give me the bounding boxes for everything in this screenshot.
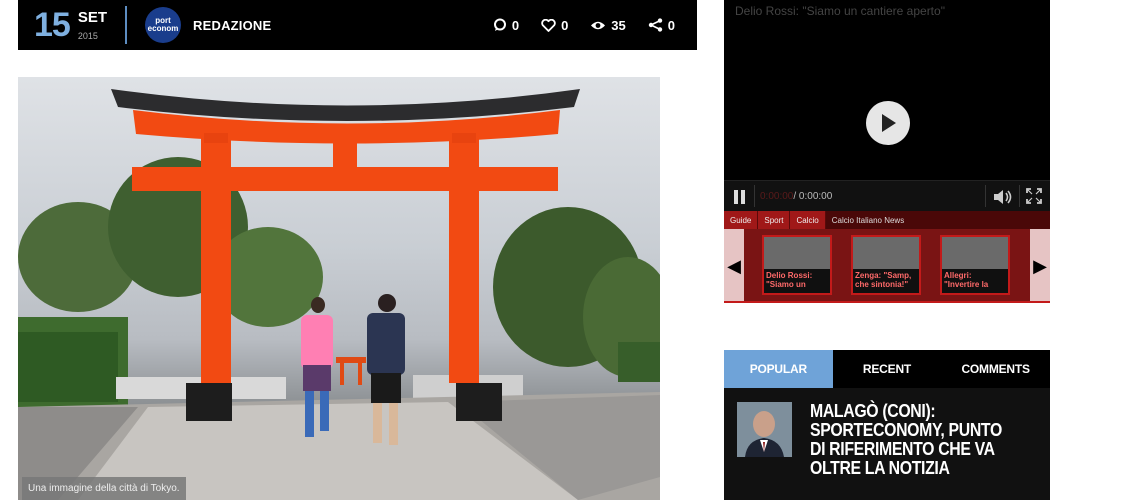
breadcrumb-calcio[interactable]: Calcio bbox=[790, 211, 826, 229]
breadcrumb-sport[interactable]: Sport bbox=[758, 211, 791, 229]
tab-recent[interactable]: RECENT bbox=[832, 350, 942, 388]
fullscreen-button[interactable] bbox=[1026, 188, 1042, 204]
controls-divider-fs bbox=[1019, 185, 1020, 207]
related-videos: Guide Sport Calcio Calcio Italiano News … bbox=[724, 211, 1050, 303]
next-arrow-icon[interactable]: ▶ bbox=[1030, 229, 1050, 303]
date-day: 15 bbox=[34, 6, 71, 44]
time-total: / 0:00:00 bbox=[793, 191, 833, 202]
article-stats: 0 0 35 0 bbox=[493, 0, 675, 50]
views-stat: 35 bbox=[590, 17, 626, 33]
video-bottom-border bbox=[724, 301, 1050, 303]
views-count: 35 bbox=[611, 17, 626, 33]
volume-button[interactable] bbox=[992, 187, 1014, 207]
likes-count: 0 bbox=[561, 17, 569, 33]
pause-icon bbox=[734, 190, 738, 204]
date-month: SET bbox=[77, 8, 108, 26]
comments-count: 0 bbox=[511, 17, 520, 33]
related-video-label: Delio Rossi: "Siamo un bbox=[764, 269, 830, 293]
author-avatar[interactable]: port econom bbox=[145, 7, 182, 43]
related-video-2[interactable]: Zenga: "Samp, che sintonia!" bbox=[851, 235, 921, 295]
related-video-1[interactable]: Delio Rossi: "Siamo un bbox=[762, 235, 832, 295]
video-title: Delio Rossi: "Siamo un cantiere aperto" bbox=[735, 4, 945, 18]
related-thumbs: ◀ Delio Rossi: "Siamo un Zenga: "Samp, c… bbox=[724, 229, 1050, 303]
tab-popular[interactable]: POPULAR bbox=[724, 350, 833, 388]
torii-gate-illustration bbox=[18, 89, 660, 500]
post-thumbnail-image bbox=[737, 402, 792, 457]
prev-arrow-icon[interactable]: ◀ bbox=[724, 229, 744, 303]
controls-divider bbox=[754, 185, 755, 207]
fullscreen-icon bbox=[1026, 188, 1042, 204]
tab-comments[interactable]: COMMENTS bbox=[941, 350, 1050, 388]
comments-stat[interactable]: 0 bbox=[493, 18, 519, 33]
related-video-3[interactable]: Allegri: "Invertire la bbox=[940, 235, 1010, 295]
eye-icon bbox=[591, 21, 606, 29]
page: 15 SET 2015 port econom REDAZIONE 0 0 35 bbox=[0, 0, 1140, 500]
shares-count: 0 bbox=[667, 17, 675, 33]
post-thumbnail[interactable] bbox=[737, 402, 792, 457]
video-time: 0:00:00/ 0:00:00 bbox=[760, 191, 832, 202]
posts-tabs-widget: POPULAR RECENT COMMENTS MALAGÒ (CONI): S… bbox=[724, 350, 1050, 500]
related-video-label: Zenga: "Samp, che sintonia!" bbox=[853, 269, 919, 293]
author-name-link[interactable]: REDAZIONE bbox=[193, 18, 271, 33]
related-video-label: Allegri: "Invertire la bbox=[942, 269, 1008, 293]
controls-divider-right bbox=[985, 185, 986, 207]
heart-icon bbox=[541, 18, 556, 32]
tab-row: POPULAR RECENT COMMENTS bbox=[724, 350, 1050, 388]
video-controls: 0:00:00/ 0:00:00 bbox=[724, 180, 1050, 211]
pause-button[interactable] bbox=[734, 190, 746, 204]
popular-post-item[interactable]: MALAGÒ (CONI): SPORTECONOMY, PUNTO DI RI… bbox=[737, 402, 1040, 478]
breadcrumb-guide[interactable]: Guide bbox=[724, 211, 759, 229]
date-month-year: SET 2015 bbox=[78, 10, 107, 41]
video-breadcrumb: Guide Sport Calcio Calcio Italiano News bbox=[724, 211, 1050, 229]
play-button[interactable] bbox=[866, 101, 910, 145]
breadcrumb-title: Calcio Italiano News bbox=[831, 215, 905, 225]
author-logo-line2: econom bbox=[147, 24, 179, 33]
likes-stat[interactable]: 0 bbox=[541, 18, 568, 33]
post-title-link[interactable]: MALAGÒ (CONI): SPORTECONOMY, PUNTO DI RI… bbox=[810, 402, 1012, 478]
pause-icon-bar bbox=[741, 190, 745, 204]
comment-icon bbox=[493, 18, 506, 31]
meta-divider bbox=[125, 6, 128, 44]
shares-stat[interactable]: 0 bbox=[648, 18, 675, 33]
share-icon bbox=[648, 18, 662, 32]
date-year: 2015 bbox=[77, 30, 98, 41]
image-caption: Una immagine della città di Tokyo. bbox=[22, 477, 186, 500]
play-icon bbox=[882, 114, 896, 132]
time-current: 0:00:00 bbox=[760, 191, 794, 202]
hero-image: Una immagine della città di Tokyo. bbox=[18, 77, 660, 500]
article-meta-bar: 15 SET 2015 port econom REDAZIONE 0 0 35 bbox=[18, 0, 697, 50]
video-player[interactable]: Delio Rossi: "Siamo un cantiere aperto" … bbox=[724, 0, 1050, 303]
volume-icon bbox=[994, 190, 1012, 204]
